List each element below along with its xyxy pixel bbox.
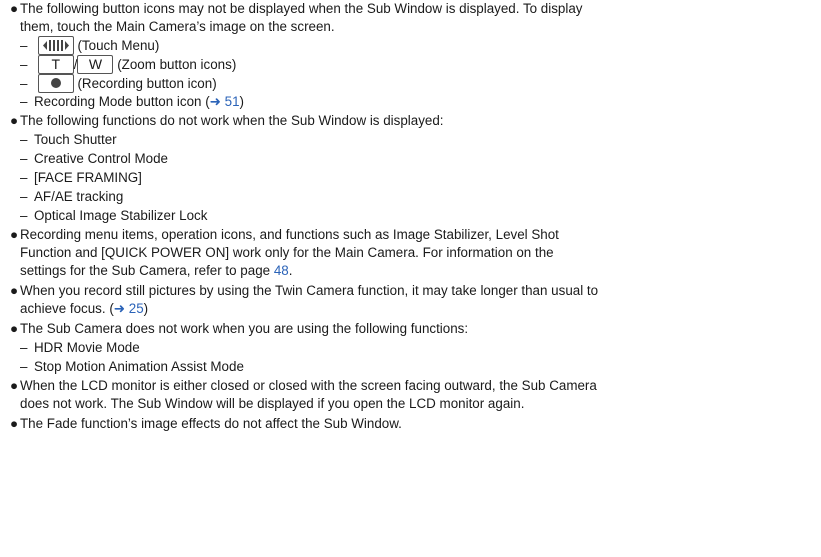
arrow-icon: ➜	[113, 301, 126, 316]
note-5-line-1: ● The Sub Camera does not work when you a…	[10, 321, 469, 336]
bullet: ●	[10, 227, 19, 242]
list-item: – AF/AE tracking	[20, 189, 124, 204]
list-item: – [FACE FRAMING]	[20, 170, 142, 185]
list-item: – Touch Shutter	[20, 132, 117, 147]
list-item: – Optical Image Stabilizer Lock	[20, 208, 208, 223]
note-4-line-2: achieve focus. (➜ 25)	[20, 301, 149, 316]
page-ref-link[interactable]: ➜ 25	[114, 301, 144, 316]
sub-item-touch-menu: – (Touch Menu)	[20, 35, 159, 55]
bullet: ●	[10, 321, 19, 336]
note-6-line-2: does not work. The Sub Window will be di…	[20, 396, 525, 411]
sub-item-recording: – (Recording button icon)	[20, 73, 217, 93]
note-6-line-1: ● When the LCD monitor is either closed o…	[10, 378, 597, 393]
note-3-line-1: ● Recording menu items, operation icons, …	[10, 227, 559, 242]
note-1-line-2: them, touch the Main Camera’s image on t…	[20, 19, 335, 34]
record-button-icon	[37, 73, 74, 93]
sub-item-zoom: – T / W (Zoom button icons)	[20, 54, 237, 74]
zoom-w-icon: W	[77, 54, 114, 74]
note-1-line-1: ● The following button icons may not be d…	[10, 1, 583, 16]
bullet: ●	[10, 283, 19, 298]
note-4-line-1: ● When you record still pictures by using…	[10, 283, 599, 298]
list-item: – Creative Control Mode	[20, 151, 168, 166]
note-3-line-2: Function and [QUICK POWER ON] work only …	[20, 245, 554, 260]
touch-menu-icon	[37, 35, 74, 55]
note-7-line-1: ● The Fade function’s image effects do no…	[10, 416, 402, 431]
list-item: – HDR Movie Mode	[20, 340, 140, 355]
list-item: – Stop Motion Animation Assist Mode	[20, 359, 244, 374]
sub-item-recording-mode: – Recording Mode button icon (➜ 51)	[20, 94, 245, 109]
page-ref-link[interactable]: ➜ 51	[210, 94, 240, 109]
note-3-line-3: settings for the Sub Camera, refer to pa…	[20, 263, 293, 278]
zoom-t-icon: T	[37, 54, 74, 74]
arrow-icon: ➜	[209, 94, 221, 109]
bullet: ●	[10, 113, 19, 128]
page-ref-link[interactable]: 48	[274, 263, 289, 278]
bullet: ●	[10, 416, 19, 431]
bullet: ●	[10, 378, 19, 393]
note-2-line-1: ● The following functions do not work whe…	[10, 113, 444, 128]
bullet: ●	[10, 1, 19, 16]
